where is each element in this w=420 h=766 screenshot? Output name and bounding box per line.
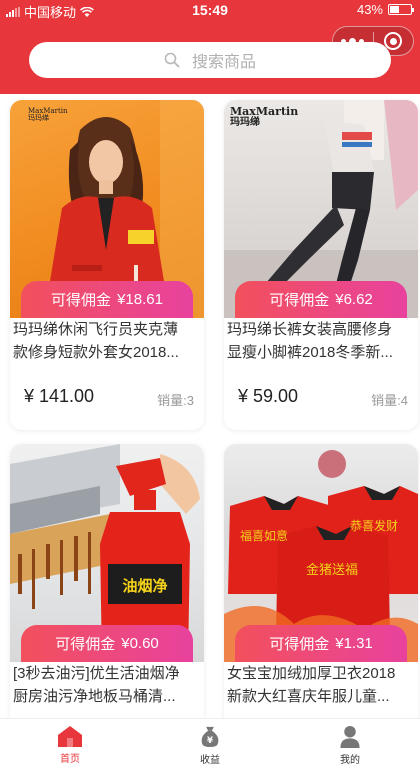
commission-amount: ¥1.31 — [335, 635, 373, 652]
product-title-line: 厨房油污净地板马桶清... — [13, 688, 176, 705]
product-sales: 销量:3 — [157, 393, 194, 408]
product-title-line: 玛玛绨长裤女装高腰修身 — [227, 321, 393, 338]
home-icon — [58, 726, 82, 747]
product-card[interactable]: MaxMartin 玛玛绨 可得佣金 ¥18.61 玛玛绨休闲飞行员夹克薄 款修… — [10, 100, 204, 430]
tab-earnings[interactable]: ¥ 收益 — [140, 719, 280, 766]
product-sales: 销量:4 — [371, 393, 408, 408]
user-icon — [340, 725, 360, 748]
commission-amount: ¥18.61 — [117, 291, 163, 308]
commission-amount: ¥0.60 — [121, 635, 159, 652]
commission-label: 可得佣金 — [269, 292, 330, 309]
bottom-tab-bar: 首页 ¥ 收益 我的 — [0, 718, 420, 766]
status-bar: 中国移动 15:49 43% — [0, 0, 420, 20]
brand-logo-en: MaxMartin — [230, 105, 299, 118]
tab-label: 首页 — [60, 754, 80, 765]
commission-amount: ¥6.62 — [335, 291, 373, 308]
money-bag-icon: ¥ — [201, 726, 219, 748]
svg-text:¥: ¥ — [207, 736, 213, 746]
battery-icon — [388, 4, 414, 15]
tab-profile[interactable]: 我的 — [280, 719, 420, 766]
product-title[interactable]: 玛玛绨长裤女装高腰修身 显瘦小脚裤2018冬季新... — [227, 318, 413, 364]
commission-badge: 可得佣金 ¥18.61 — [21, 281, 193, 318]
search-placeholder: 搜索商品 — [191, 54, 256, 71]
product-title[interactable]: 女宝宝加绒加厚卫衣2018 新款大红喜庆年服儿童... — [227, 662, 413, 708]
commission-label: 可得佣金 — [269, 636, 330, 653]
product-title-line: 女宝宝加绒加厚卫衣2018 — [227, 665, 396, 682]
product-title[interactable]: 玛玛绨休闲飞行员夹克薄 款修身短款外套女2018... — [13, 318, 199, 364]
battery-percent: 43% — [356, 2, 383, 17]
shirt-text: 金猪送福 — [306, 562, 358, 578]
target-icon — [384, 32, 403, 50]
header: 中国移动 15:49 43% 搜索商品 — [0, 0, 420, 94]
product-title-line: 玛玛绨休闲飞行员夹克薄 — [13, 321, 179, 338]
bottle-label: 油烟净 — [122, 577, 167, 595]
commission-badge: 可得佣金 ¥6.62 — [235, 281, 407, 318]
product-price: ¥ 141.00 — [24, 386, 95, 406]
product-card[interactable]: MaxMartin 玛玛绨 可得佣金 ¥6.62 玛玛绨长裤女装高腰修身 显瘦小… — [224, 100, 418, 430]
brand-logo: MaxMartin 玛玛绨 — [28, 107, 68, 123]
product-price: ¥ 59.00 — [238, 386, 299, 406]
search-icon — [164, 52, 180, 68]
commission-badge: 可得佣金 ¥0.60 — [21, 625, 193, 662]
commission-label: 可得佣金 — [51, 292, 112, 309]
product-title-line: 款修身短款外套女2018... — [13, 344, 179, 361]
brand-logo-cn: 玛玛绨 — [28, 114, 49, 123]
product-title[interactable]: [3秒去油污]优生活油烟净 厨房油污净地板马桶清... — [13, 662, 199, 708]
tab-label: 我的 — [340, 755, 360, 766]
product-title-line: 新款大红喜庆年服儿童... — [227, 688, 390, 705]
product-title-line: [3秒去油污]优生活油烟净 — [13, 665, 180, 682]
brand-logo-cn: 玛玛绨 — [230, 116, 260, 128]
commission-badge: 可得佣金 ¥1.31 — [235, 625, 407, 662]
brand-logo: MaxMartin 玛玛绨 — [230, 106, 298, 128]
commission-label: 可得佣金 — [55, 636, 116, 653]
search-bar[interactable]: 搜索商品 — [29, 42, 391, 78]
tab-label: 收益 — [200, 755, 220, 766]
product-title-line: 显瘦小脚裤2018冬季新... — [227, 344, 393, 361]
shirt-text: 恭喜发财 — [350, 518, 398, 533]
shirt-text: 福喜如意 — [240, 528, 288, 543]
tab-home[interactable]: 首页 — [0, 719, 140, 766]
